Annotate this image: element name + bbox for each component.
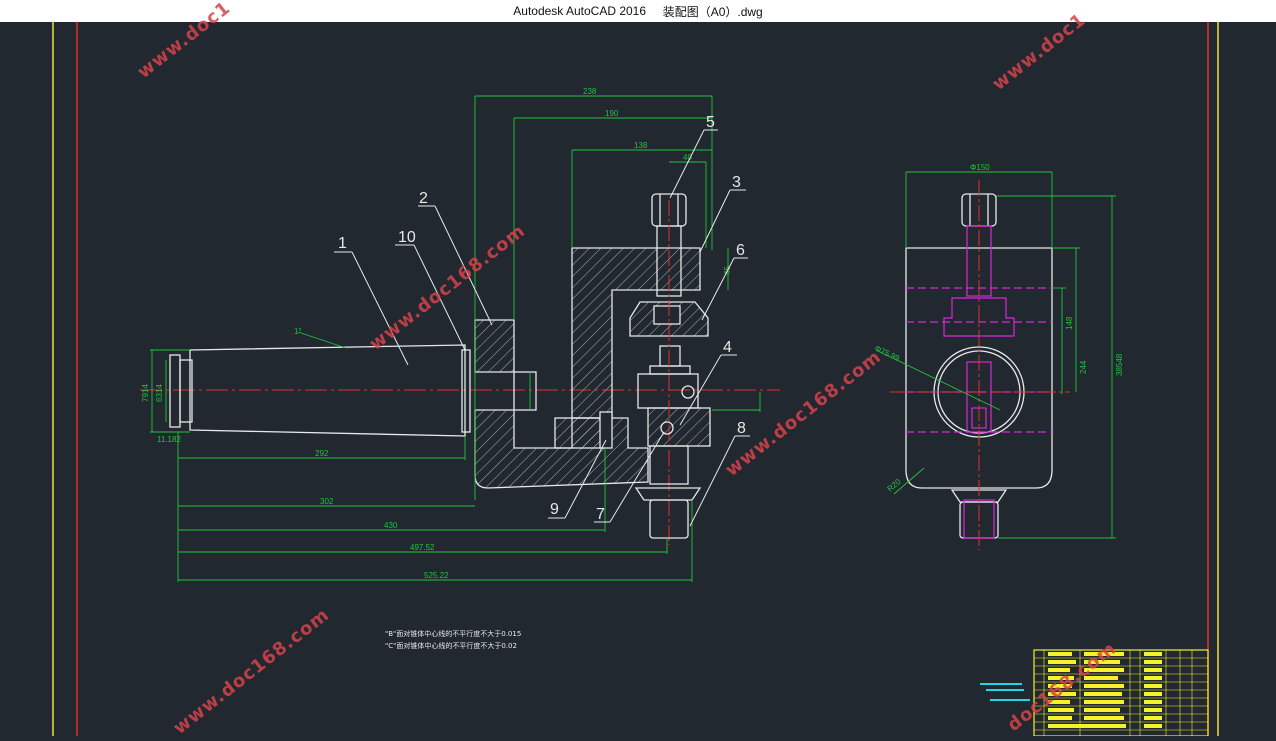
technical-notes: "B"面对锥体中心线的不平行度不大于0.015 "C"面对锥体中心线的不平行度不…	[385, 629, 521, 650]
part-label-1: 1	[338, 235, 347, 252]
dim-238: 238	[583, 87, 597, 96]
front-view[interactable]: 238 190 138 40 45 7914 6314 11.182 292 3…	[140, 87, 780, 582]
note-2: "C"面对锥体中心线的不平行度不大于0.02	[385, 641, 517, 650]
part-label-4: 4	[723, 339, 732, 356]
dim-11182: 11.182	[157, 435, 181, 444]
part-label-8: 8	[737, 420, 746, 437]
file-title: 装配图（A0）.dwg	[662, 4, 763, 19]
dim-302: 302	[320, 497, 334, 506]
part-label-7: 7	[596, 506, 605, 523]
dim-6314: 6314	[155, 384, 164, 402]
dim-190: 190	[605, 109, 619, 118]
note-1: "B"面对锥体中心线的不平行度不大于0.015	[385, 629, 521, 638]
side-view[interactable]: Φ150 148 244 38548 Φ75.99 R20	[873, 163, 1124, 550]
dim-52522: 525.22	[424, 571, 449, 580]
dim-292: 292	[315, 449, 329, 458]
drawing-border	[52, 22, 1219, 736]
part-label-3: 3	[732, 174, 741, 191]
dim-38548: 38548	[1115, 353, 1124, 376]
dim-49752: 497.52	[410, 543, 435, 552]
app-title: Autodesk AutoCAD 2016	[513, 4, 647, 18]
body-section	[474, 247, 711, 489]
part-label-5: 5	[706, 114, 715, 131]
dim-430: 430	[384, 521, 398, 530]
clamp-screw	[629, 193, 709, 545]
part-label-10: 10	[398, 229, 416, 246]
drawing-canvas[interactable]: 238 190 138 40 45 7914 6314 11.182 292 3…	[0, 0, 1276, 739]
dim-40: 40	[683, 153, 692, 162]
part-label-2: 2	[419, 190, 428, 207]
dim-taper: 1°	[294, 327, 302, 336]
dim-148: 148	[1065, 316, 1074, 330]
dim-244: 244	[1079, 360, 1088, 374]
dim-7914: 7914	[141, 384, 150, 402]
dim-150: Φ150	[970, 163, 990, 172]
dim-r20: R20	[886, 477, 903, 494]
dim-138: 138	[634, 141, 648, 150]
part-label-6: 6	[736, 242, 745, 259]
cyan-leaders	[980, 683, 1030, 701]
part-label-9: 9	[550, 501, 559, 518]
